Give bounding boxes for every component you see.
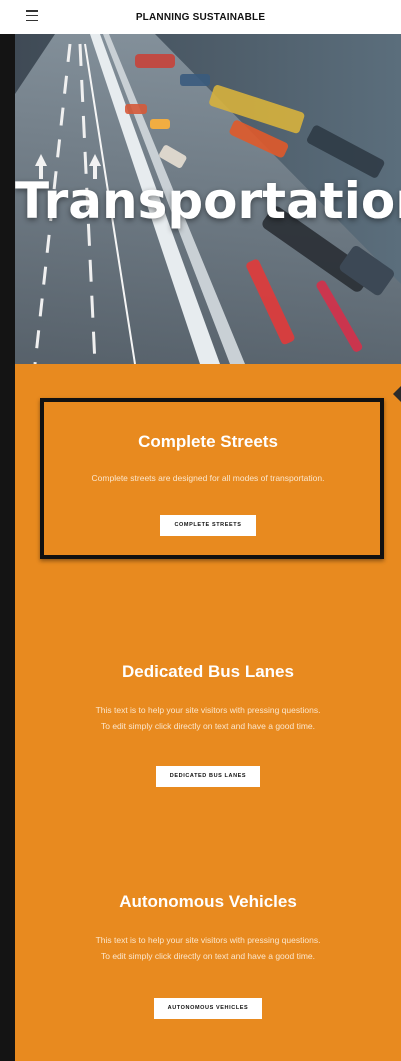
section-heading: Autonomous Vehicles [119, 892, 297, 911]
left-edge-strip [0, 34, 15, 1061]
section-text-line: This text is to help your site visitors … [95, 935, 321, 945]
hero-title: Transportation [15, 172, 401, 230]
section-text-line: This text is to help your site visitors … [95, 705, 321, 715]
selection-frame [40, 398, 384, 559]
dedicated-bus-lanes-button[interactable]: DEDICATED BUS LANES [155, 766, 261, 787]
section-heading: Dedicated Bus Lanes [122, 662, 294, 681]
site-title[interactable]: PLANNING SUSTAINABLE [136, 12, 265, 23]
section-text: This text is to help your site visitors … [15, 932, 401, 964]
section-autonomous-vehicles: Autonomous Vehicles This text is to help… [15, 892, 401, 1019]
section-dedicated-bus-lanes: Dedicated Bus Lanes This text is to help… [15, 662, 401, 787]
collapse-arrow-icon[interactable] [393, 386, 401, 402]
section-text-line: To edit simply click directly on text an… [100, 951, 316, 961]
section-text-line: To edit simply click directly on text an… [100, 721, 316, 731]
hero-banner: Transportation [15, 34, 401, 364]
hamburger-icon[interactable] [26, 10, 38, 21]
top-bar: PLANNING SUSTAINABLE [0, 0, 401, 34]
section-text: This text is to help your site visitors … [15, 702, 401, 734]
autonomous-vehicles-button[interactable]: AUTONOMOUS VEHICLES [153, 998, 263, 1019]
